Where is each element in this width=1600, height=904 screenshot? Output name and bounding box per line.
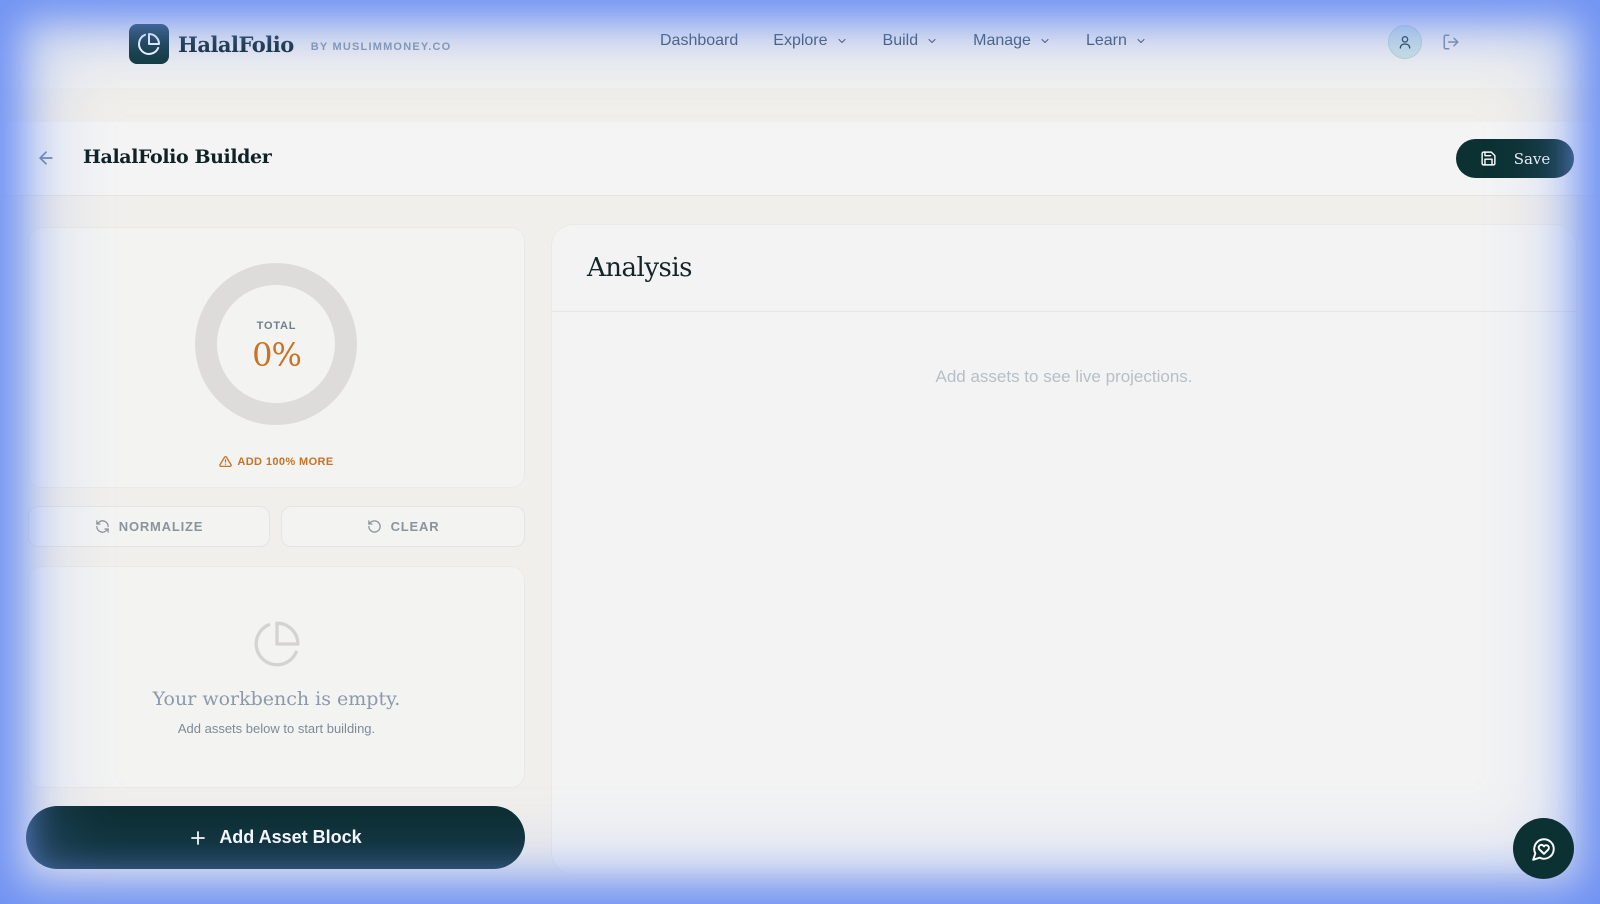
main-nav: Dashboard Explore Build Manage Learn bbox=[660, 32, 1182, 50]
save-button[interactable]: Save bbox=[1456, 139, 1574, 178]
save-label: Save bbox=[1513, 149, 1551, 168]
nav-dashboard[interactable]: Dashboard bbox=[660, 32, 738, 50]
plus-icon bbox=[189, 829, 207, 847]
nav-explore[interactable]: Explore bbox=[773, 32, 847, 50]
logout-icon bbox=[1443, 34, 1459, 50]
chevron-down-icon bbox=[1135, 35, 1147, 47]
brand-subtitle: BY MUSLIMMONEY.CO bbox=[310, 41, 452, 53]
brand[interactable]: HalalFolio BY MUSLIMMONEY.CO bbox=[129, 24, 451, 64]
top-navbar: HalalFolio BY MUSLIMMONEY.CO Dashboard E… bbox=[0, 0, 1600, 88]
chevron-down-icon bbox=[1039, 35, 1051, 47]
warning-text: ADD 100% MORE bbox=[237, 455, 334, 468]
analysis-header: Analysis bbox=[552, 225, 1576, 312]
analysis-title: Analysis bbox=[587, 253, 693, 283]
clear-button[interactable]: CLEAR bbox=[281, 506, 525, 547]
normalize-label: NORMALIZE bbox=[118, 519, 204, 534]
allocation-warning: ADD 100% MORE bbox=[29, 455, 524, 468]
header-spacer bbox=[0, 88, 1600, 122]
chevron-down-icon bbox=[926, 35, 938, 47]
add-asset-label: Add Asset Block bbox=[219, 827, 362, 847]
analysis-empty-text: Add assets to see live projections. bbox=[935, 367, 1193, 386]
empty-subtitle: Add assets below to start building. bbox=[177, 721, 376, 736]
user-icon bbox=[1399, 36, 1411, 49]
user-actions bbox=[1388, 25, 1460, 59]
nav-label: Dashboard bbox=[660, 32, 739, 49]
chat-heart-icon bbox=[1531, 837, 1555, 861]
nav-label: Learn bbox=[1085, 32, 1127, 49]
workbench-empty-card: Your workbench is empty. Add assets belo… bbox=[28, 566, 525, 788]
warning-icon bbox=[219, 455, 233, 468]
logout-button[interactable] bbox=[1442, 33, 1460, 51]
total-value: 0% bbox=[252, 336, 302, 374]
arrow-left-icon bbox=[39, 151, 53, 165]
total-label: TOTAL bbox=[256, 320, 297, 332]
pie-chart-icon bbox=[252, 619, 302, 674]
save-icon bbox=[1480, 150, 1497, 167]
add-asset-block-button[interactable]: Add Asset Block bbox=[26, 806, 525, 869]
nav-learn[interactable]: Learn bbox=[1086, 32, 1147, 50]
empty-title: Your workbench is empty. bbox=[152, 688, 401, 710]
chevron-down-icon bbox=[836, 35, 848, 47]
allocation-summary-card: TOTAL 0% ADD 100% MORE bbox=[28, 227, 525, 488]
user-avatar-button[interactable] bbox=[1388, 25, 1422, 59]
page-title: HalalFolio Builder bbox=[83, 146, 272, 168]
builder-header: HalalFolio Builder Save bbox=[0, 122, 1600, 196]
normalize-button[interactable]: NORMALIZE bbox=[28, 506, 270, 547]
nav-manage[interactable]: Manage bbox=[973, 32, 1051, 50]
nav-label: Manage bbox=[973, 32, 1031, 49]
back-button[interactable] bbox=[36, 148, 56, 173]
brand-name: HalalFolio bbox=[178, 31, 294, 57]
analysis-panel: Analysis Add assets to see live projecti… bbox=[551, 224, 1577, 875]
clear-label: CLEAR bbox=[390, 519, 440, 534]
reset-icon bbox=[367, 519, 382, 534]
refresh-icon bbox=[95, 519, 110, 534]
pie-chart-icon bbox=[129, 24, 169, 64]
nav-label: Explore bbox=[773, 32, 828, 49]
nav-label: Build bbox=[882, 32, 919, 49]
nav-build[interactable]: Build bbox=[883, 32, 939, 50]
chat-support-button[interactable] bbox=[1513, 818, 1574, 879]
